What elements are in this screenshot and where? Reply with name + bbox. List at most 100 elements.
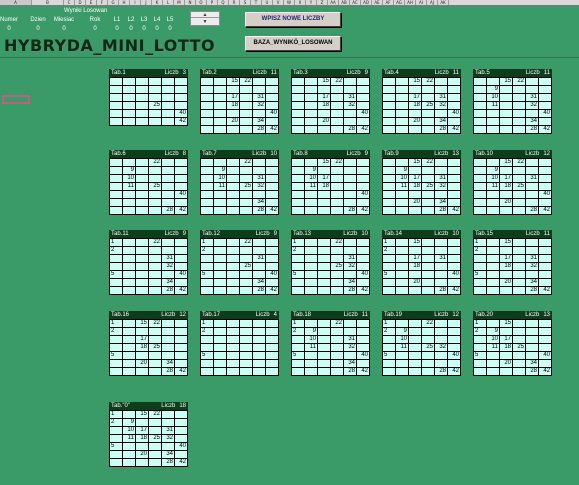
- grid-cell[interactable]: [513, 247, 526, 255]
- grid-cell[interactable]: 9: [305, 328, 318, 336]
- grid-cell[interactable]: [253, 368, 266, 376]
- grid-cell[interactable]: [383, 368, 396, 376]
- grid-cell[interactable]: 40: [357, 352, 370, 360]
- grid-cell[interactable]: [240, 279, 253, 287]
- grid-cell[interactable]: [318, 271, 331, 279]
- grid-cell[interactable]: [149, 118, 162, 126]
- grid-cell[interactable]: 28: [435, 207, 448, 215]
- grid-cell[interactable]: [448, 263, 461, 271]
- grid-cell[interactable]: 5: [110, 271, 123, 279]
- grid-cell[interactable]: 22: [149, 411, 162, 419]
- grid-cell[interactable]: [227, 271, 240, 279]
- grid-cell[interactable]: [214, 336, 227, 344]
- grid-cell[interactable]: [435, 86, 448, 94]
- column-header-o[interactable]: O: [196, 0, 207, 5]
- grid-cell[interactable]: [526, 191, 539, 199]
- column-header-u[interactable]: U: [262, 0, 273, 5]
- column-header-ad[interactable]: AD: [361, 0, 372, 5]
- grid-cell[interactable]: [136, 183, 149, 191]
- grid-cell[interactable]: [396, 271, 409, 279]
- grid-cell[interactable]: 34: [253, 279, 266, 287]
- grid-cell[interactable]: [539, 336, 552, 344]
- grid-cell[interactable]: [253, 360, 266, 368]
- grid-cell[interactable]: [149, 459, 162, 467]
- grid-cell[interactable]: 25: [240, 263, 253, 271]
- grid-cell[interactable]: [331, 247, 344, 255]
- grid-cell[interactable]: [357, 239, 370, 247]
- grid-cell[interactable]: [110, 110, 123, 118]
- grid-cell[interactable]: 25: [149, 435, 162, 443]
- grid-cell[interactable]: [240, 271, 253, 279]
- grid-cell[interactable]: [292, 94, 305, 102]
- grid-cell[interactable]: 15: [227, 78, 240, 86]
- grid-cell[interactable]: [110, 263, 123, 271]
- grid-cell[interactable]: [409, 126, 422, 134]
- column-header-i[interactable]: I: [130, 0, 141, 5]
- grid-cell[interactable]: [357, 94, 370, 102]
- grid-cell[interactable]: [123, 159, 136, 167]
- grid-cell[interactable]: [422, 352, 435, 360]
- grid-cell[interactable]: [357, 118, 370, 126]
- selected-cell[interactable]: [2, 95, 30, 104]
- grid-cell[interactable]: 31: [435, 255, 448, 263]
- grid-cell[interactable]: 31: [162, 255, 175, 263]
- grid-cell[interactable]: [175, 78, 188, 86]
- grid-cell[interactable]: [305, 247, 318, 255]
- grid-cell[interactable]: 42: [175, 459, 188, 467]
- grid-cell[interactable]: [227, 183, 240, 191]
- grid-cell[interactable]: [266, 94, 279, 102]
- grid-cell[interactable]: 28: [162, 287, 175, 295]
- grid-cell[interactable]: [305, 271, 318, 279]
- grid-cell[interactable]: [253, 352, 266, 360]
- grid-cell[interactable]: [110, 459, 123, 467]
- grid-cell[interactable]: [240, 368, 253, 376]
- grid-cell[interactable]: [539, 271, 552, 279]
- grid-cell[interactable]: [227, 167, 240, 175]
- grid-cell[interactable]: [266, 183, 279, 191]
- grid-cell[interactable]: [357, 159, 370, 167]
- grid-cell[interactable]: 11: [396, 344, 409, 352]
- grid-cell[interactable]: [162, 175, 175, 183]
- grid-cell[interactable]: [344, 110, 357, 118]
- grid-cell[interactable]: [136, 102, 149, 110]
- grid-cell[interactable]: [513, 102, 526, 110]
- grid-cell[interactable]: [331, 368, 344, 376]
- grid-cell[interactable]: [214, 102, 227, 110]
- grid-cell[interactable]: 15: [136, 411, 149, 419]
- grid-cell[interactable]: 34: [526, 279, 539, 287]
- grid-cell[interactable]: [214, 352, 227, 360]
- grid-cell[interactable]: [435, 167, 448, 175]
- grid-cell[interactable]: 25: [149, 344, 162, 352]
- grid-cell[interactable]: 40: [448, 110, 461, 118]
- grid-cell[interactable]: 9: [396, 328, 409, 336]
- grid-cell[interactable]: [266, 344, 279, 352]
- grid-cell[interactable]: [266, 239, 279, 247]
- grid-cell[interactable]: 10: [396, 175, 409, 183]
- grid-cell[interactable]: [123, 271, 136, 279]
- grid-cell[interactable]: [396, 86, 409, 94]
- grid-cell[interactable]: [201, 344, 214, 352]
- grid-cell[interactable]: [214, 126, 227, 134]
- grid-cell[interactable]: [227, 344, 240, 352]
- grid-cell[interactable]: [214, 271, 227, 279]
- grid-cell[interactable]: [175, 175, 188, 183]
- grid-cell[interactable]: 22: [240, 239, 253, 247]
- column-header-ag[interactable]: AG: [394, 0, 405, 5]
- grid-cell[interactable]: 17: [318, 94, 331, 102]
- grid-cell[interactable]: 9: [305, 167, 318, 175]
- grid-cell[interactable]: [318, 247, 331, 255]
- grid-cell[interactable]: 34: [526, 360, 539, 368]
- grid-cell[interactable]: [474, 191, 487, 199]
- grid-cell[interactable]: [305, 78, 318, 86]
- grid-cell[interactable]: 9: [123, 419, 136, 427]
- grid-cell[interactable]: [526, 336, 539, 344]
- grid-cell[interactable]: [474, 199, 487, 207]
- grid-cell[interactable]: [396, 263, 409, 271]
- grid-cell[interactable]: 31: [526, 255, 539, 263]
- grid-cell[interactable]: 31: [253, 94, 266, 102]
- grid-cell[interactable]: [474, 94, 487, 102]
- param-value-3[interactable]: 0: [83, 26, 107, 32]
- grid-cell[interactable]: 11: [214, 183, 227, 191]
- grid-cell[interactable]: [123, 336, 136, 344]
- grid-cell[interactable]: 17: [409, 255, 422, 263]
